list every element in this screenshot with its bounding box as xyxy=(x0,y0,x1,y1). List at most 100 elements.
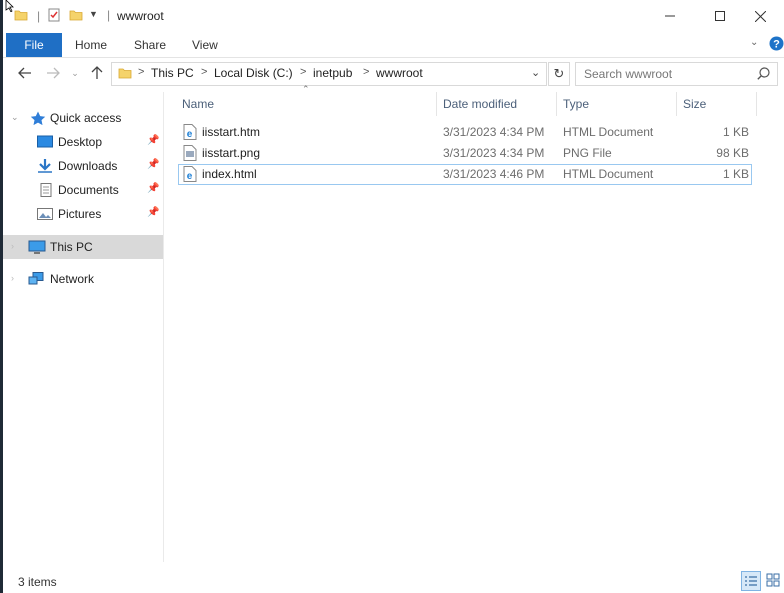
nav-item-desktop[interactable]: Desktop 📌 xyxy=(3,130,163,154)
crumb-this-pc[interactable]: This PC xyxy=(151,66,194,80)
chevron-right-icon[interactable]: > xyxy=(363,66,369,78)
column-header-type[interactable]: Type xyxy=(563,97,589,111)
chevron-right-icon[interactable]: › xyxy=(11,241,14,251)
file-name: iisstart.htm xyxy=(202,125,261,139)
large-icons-view-button[interactable] xyxy=(764,571,784,591)
status-bar: 3 items xyxy=(3,566,784,593)
chevron-right-icon[interactable]: > xyxy=(138,66,144,78)
file-date: 3/31/2023 4:34 PM xyxy=(443,146,545,160)
tab-home[interactable]: Home xyxy=(75,38,107,52)
qa-separator: | xyxy=(107,8,111,22)
column-divider[interactable] xyxy=(556,92,557,116)
window-title: wwwroot xyxy=(117,9,164,23)
file-name: iisstart.png xyxy=(202,146,261,160)
close-button[interactable] xyxy=(737,0,783,32)
crumb-wwwroot[interactable]: wwwroot xyxy=(376,66,423,80)
recent-locations-button[interactable]: ⌄ xyxy=(65,64,85,82)
network-icon xyxy=(28,272,44,285)
file-type: PNG File xyxy=(563,146,612,160)
nav-item-downloads[interactable]: Downloads 📌 xyxy=(3,154,163,178)
ribbon-tabs: File Home Share View ⌄ ? xyxy=(3,33,784,58)
help-icon[interactable]: ? xyxy=(769,36,784,51)
new-folder-icon[interactable] xyxy=(69,8,83,22)
nav-item-documents[interactable]: Documents 📌 xyxy=(3,178,163,202)
pin-icon[interactable]: 📌 xyxy=(147,207,159,218)
file-date: 3/31/2023 4:34 PM xyxy=(443,125,545,139)
address-row: ⌄ > This PC > Local Disk (C:) > inetpub … xyxy=(3,58,784,88)
crumb-inetpub[interactable]: inetpub xyxy=(313,66,352,80)
close-icon xyxy=(754,10,766,22)
column-header-name[interactable]: Name xyxy=(182,97,214,111)
chevron-right-icon[interactable]: > xyxy=(201,66,207,78)
pane-divider[interactable] xyxy=(163,92,164,562)
title-bar: | ▼ | wwwroot xyxy=(3,0,784,33)
properties-icon[interactable] xyxy=(47,8,61,22)
computer-icon xyxy=(28,240,46,254)
nav-this-pc[interactable]: › This PC xyxy=(3,235,163,259)
tab-file[interactable]: File xyxy=(6,33,62,57)
chevron-right-icon[interactable]: › xyxy=(11,273,14,283)
nav-quick-access[interactable]: ⌄ Quick access xyxy=(3,106,163,130)
star-icon xyxy=(30,111,46,125)
svg-text:e: e xyxy=(187,171,193,182)
crumb-local-disk[interactable]: Local Disk (C:) xyxy=(214,66,293,80)
navigation-pane: ⌄ Quick access Desktop 📌 Downloads 📌 Doc… xyxy=(3,92,163,562)
column-headers: Name Date modified Type Size xyxy=(178,92,758,116)
pin-icon[interactable]: 📌 xyxy=(147,135,159,146)
file-type: HTML Document xyxy=(563,125,654,139)
chevron-right-icon[interactable]: > xyxy=(300,66,306,78)
nav-label: Quick access xyxy=(50,111,122,125)
file-row[interactable]: e index.html 3/31/2023 4:46 PM HTML Docu… xyxy=(178,164,752,185)
ie-html-icon: e xyxy=(183,124,197,140)
expand-ribbon-icon[interactable]: ⌄ xyxy=(750,37,758,48)
refresh-button[interactable]: ↻ xyxy=(548,62,570,86)
file-date: 3/31/2023 4:46 PM xyxy=(443,167,545,181)
chevron-down-icon[interactable]: ⌄ xyxy=(11,112,19,123)
minimize-button[interactable] xyxy=(647,0,693,32)
details-view-button[interactable] xyxy=(741,571,761,591)
up-button[interactable] xyxy=(87,64,107,82)
address-bar[interactable]: > This PC > Local Disk (C:) > inetpub > … xyxy=(111,62,547,86)
back-arrow-icon xyxy=(18,67,31,79)
nav-label: Documents xyxy=(58,183,119,197)
file-size: 1 KB xyxy=(722,167,749,181)
ie-html-icon: e xyxy=(183,166,197,182)
nav-label: This PC xyxy=(50,240,93,254)
search-icon[interactable] xyxy=(757,67,770,80)
nav-item-pictures[interactable]: Pictures 📌 xyxy=(3,202,163,226)
nav-label: Desktop xyxy=(58,135,103,149)
folder-icon xyxy=(118,68,132,79)
file-row[interactable]: e iisstart.htm 3/31/2023 4:34 PM HTML Do… xyxy=(178,122,752,142)
minimize-icon xyxy=(665,15,675,17)
nav-label: Pictures xyxy=(58,207,102,221)
pictures-icon xyxy=(37,208,53,220)
details-view-icon xyxy=(745,576,757,586)
column-divider[interactable] xyxy=(756,92,757,116)
pin-icon[interactable]: 📌 xyxy=(147,159,159,170)
column-divider[interactable] xyxy=(676,92,677,116)
qa-customize-icon[interactable]: ▼ xyxy=(89,9,98,19)
nav-network[interactable]: › Network xyxy=(3,267,163,291)
large-icons-view-icon xyxy=(766,573,780,587)
search-input[interactable]: Search wwwroot xyxy=(584,67,672,81)
refresh-icon: ↻ xyxy=(553,66,565,81)
tab-share[interactable]: Share xyxy=(134,38,166,52)
search-box[interactable]: Search wwwroot xyxy=(575,62,778,86)
nav-label: Downloads xyxy=(58,159,118,173)
file-name: index.html xyxy=(202,167,257,181)
tab-view[interactable]: View xyxy=(192,38,218,52)
chevron-down-icon: ⌄ xyxy=(71,67,79,78)
file-type: HTML Document xyxy=(563,167,654,181)
column-divider[interactable] xyxy=(436,92,437,116)
pin-icon[interactable]: 📌 xyxy=(147,183,159,194)
file-row[interactable]: iisstart.png 3/31/2023 4:34 PM PNG File … xyxy=(178,143,752,163)
column-header-date[interactable]: Date modified xyxy=(443,97,517,111)
up-arrow-icon xyxy=(91,66,103,79)
address-dropdown-icon[interactable]: ⌄ xyxy=(531,66,540,79)
desktop-icon xyxy=(37,135,53,148)
forward-button[interactable] xyxy=(43,64,63,82)
nav-label: Network xyxy=(50,272,95,286)
column-header-size[interactable]: Size xyxy=(683,97,706,111)
file-size: 1 KB xyxy=(722,125,749,139)
back-button[interactable] xyxy=(15,64,35,82)
